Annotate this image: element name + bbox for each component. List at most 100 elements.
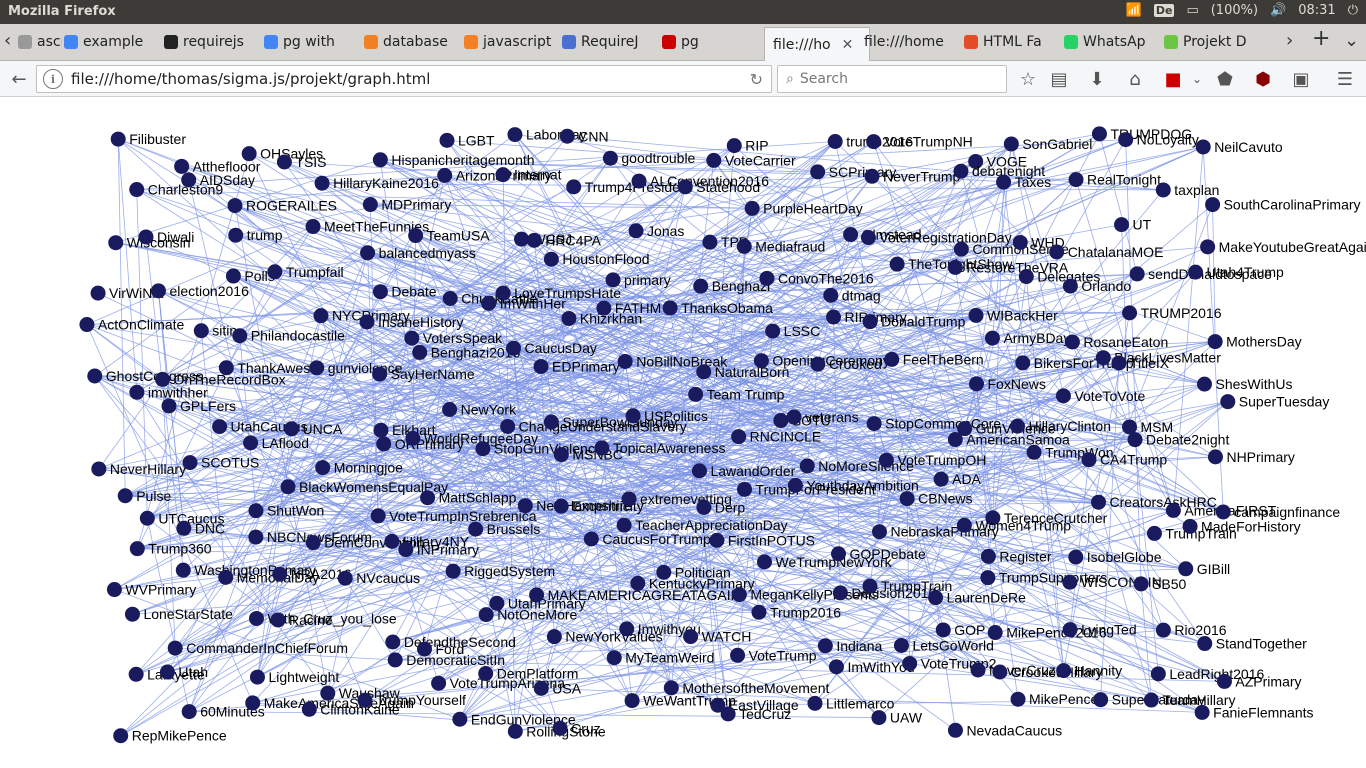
graph-node[interactable]: Jonas xyxy=(628,223,685,239)
graph-node[interactable]: CNN xyxy=(559,128,609,144)
graph-node-dot[interactable] xyxy=(1129,266,1145,282)
graph-node-dot[interactable] xyxy=(688,386,704,402)
graph-node-dot[interactable] xyxy=(243,435,259,451)
graph-node-dot[interactable] xyxy=(495,167,511,183)
graph-node-dot[interactable] xyxy=(106,582,122,598)
graph-node-dot[interactable] xyxy=(1018,269,1034,285)
pocket-icon[interactable]: ⬟ xyxy=(1212,66,1238,92)
graph-node-dot[interactable] xyxy=(360,245,376,261)
graph-node[interactable]: ROGERAILES xyxy=(227,198,337,214)
graph-node-dot[interactable] xyxy=(1093,692,1109,708)
graph-node-dot[interactable] xyxy=(305,219,321,235)
graph-node-dot[interactable] xyxy=(384,533,400,549)
graph-node[interactable]: UAW xyxy=(871,710,923,726)
graph-node[interactable]: NeilCavuto xyxy=(1195,139,1283,155)
graph-node-dot[interactable] xyxy=(810,164,826,180)
graph-node-dot[interactable] xyxy=(437,167,453,183)
graph-node[interactable]: LaborDay xyxy=(507,127,587,143)
graph-node-dot[interactable] xyxy=(866,134,882,150)
graph-node-dot[interactable] xyxy=(167,640,183,656)
graph-node-dot[interactable] xyxy=(980,548,996,564)
graph-node-dot[interactable] xyxy=(276,154,292,170)
graph-node-dot[interactable] xyxy=(359,314,375,330)
graph-node-dot[interactable] xyxy=(110,131,126,147)
graph-node-dot[interactable] xyxy=(507,127,523,143)
flash-menu-icon[interactable]: ⌄ xyxy=(1184,66,1210,92)
graph-node-dot[interactable] xyxy=(1178,561,1194,577)
graph-node-dot[interactable] xyxy=(561,310,577,326)
graph-node-dot[interactable] xyxy=(1003,136,1019,152)
graph-node[interactable]: goodtrouble xyxy=(602,150,696,166)
graph-node-dot[interactable] xyxy=(159,664,175,680)
graph-node[interactable]: TeamUSA xyxy=(408,228,490,244)
graph-node-dot[interactable] xyxy=(225,268,241,284)
graph-node[interactable]: primary xyxy=(605,272,671,288)
graph-node-dot[interactable] xyxy=(514,231,530,247)
graph-node-dot[interactable] xyxy=(87,368,103,384)
graph-node[interactable]: SonGabriel xyxy=(1003,136,1093,152)
graph-node-dot[interactable] xyxy=(1091,126,1107,142)
graph-node-dot[interactable] xyxy=(404,330,420,346)
graph-node-dot[interactable] xyxy=(871,710,887,726)
graph-node[interactable]: ADA xyxy=(933,471,982,487)
graph-node-dot[interactable] xyxy=(139,510,155,526)
graph-node[interactable]: MyTeamWeird xyxy=(606,650,715,666)
graph-node-dot[interactable] xyxy=(731,587,747,603)
graph-node-dot[interactable] xyxy=(969,376,985,392)
reading-list-icon[interactable]: ▤ xyxy=(1046,66,1072,92)
graph-node-dot[interactable] xyxy=(720,706,736,722)
graph-node-dot[interactable] xyxy=(621,491,637,507)
graph-node-dot[interactable] xyxy=(1127,432,1143,448)
graph-node-dot[interactable] xyxy=(546,629,562,645)
graph-node-dot[interactable] xyxy=(691,463,707,479)
graph-node-dot[interactable] xyxy=(553,447,569,463)
tab-1[interactable]: example xyxy=(64,28,160,56)
graph-node-dot[interactable] xyxy=(1081,452,1097,468)
graph-node-dot[interactable] xyxy=(267,264,283,280)
graph-node-dot[interactable] xyxy=(1111,355,1127,371)
graph-node[interactable]: USPolitics xyxy=(625,408,708,424)
graph-node[interactable]: Indiana xyxy=(817,638,883,654)
graph-node-dot[interactable] xyxy=(984,330,1000,346)
graph-node-dot[interactable] xyxy=(765,323,781,339)
bookmark-star-icon[interactable]: ☆ xyxy=(1015,66,1041,92)
graph-node[interactable]: Utah xyxy=(159,664,208,680)
graph-node-dot[interactable] xyxy=(1196,376,1212,392)
graph-node-dot[interactable] xyxy=(737,481,753,497)
graph-node[interactable]: LyingTed xyxy=(1062,622,1137,638)
graph-node-dot[interactable] xyxy=(1207,449,1223,465)
graph-node[interactable]: NevadaCaucus xyxy=(947,722,1062,738)
graph-node-dot[interactable] xyxy=(481,295,497,311)
graph-node[interactable]: Pulse xyxy=(117,488,172,504)
graph-node-dot[interactable] xyxy=(566,179,582,195)
graph-node[interactable]: WATCH xyxy=(683,629,751,645)
graph-node[interactable]: FATHM xyxy=(596,300,661,316)
graph-node[interactable]: Littlemarco xyxy=(807,695,895,711)
graph-node-dot[interactable] xyxy=(594,440,610,456)
graph-node-dot[interactable] xyxy=(1150,666,1166,682)
graph-node-dot[interactable] xyxy=(129,541,145,557)
graph-node-dot[interactable] xyxy=(730,647,746,663)
graph-node-dot[interactable] xyxy=(1064,334,1080,350)
graph-node-dot[interactable] xyxy=(129,182,145,198)
graph-node[interactable]: MakeYoutubeGreatAgain xyxy=(1200,239,1366,255)
home-icon[interactable]: ⌂ xyxy=(1122,66,1148,92)
graph-node-dot[interactable] xyxy=(248,610,264,626)
graph-node-dot[interactable] xyxy=(174,158,190,174)
graph-node[interactable]: NVcaucus xyxy=(337,570,420,586)
graph-node[interactable]: Racine xyxy=(270,612,333,628)
graph-node-dot[interactable] xyxy=(1015,355,1031,371)
graph-node-dot[interactable] xyxy=(947,722,963,738)
volume-icon[interactable]: 🔊 xyxy=(1270,3,1286,18)
graph-node-dot[interactable] xyxy=(992,664,1008,680)
graph-node[interactable]: dtmag xyxy=(823,287,881,303)
tab-list-icon[interactable]: ⌄ xyxy=(1344,30,1359,51)
graph-canvas[interactable]: FilibusterAttheflooorOHSaylesTSIS Hispani… xyxy=(0,97,1366,768)
tab-6[interactable]: RequireJ xyxy=(562,28,658,56)
graph-node-dot[interactable] xyxy=(1200,239,1216,255)
graph-node-dot[interactable] xyxy=(889,256,905,272)
graph-node-dot[interactable] xyxy=(1010,691,1026,707)
info-icon[interactable]: i xyxy=(43,69,63,89)
graph-node-dot[interactable] xyxy=(1155,622,1171,638)
graph-node-dot[interactable] xyxy=(1194,704,1210,720)
